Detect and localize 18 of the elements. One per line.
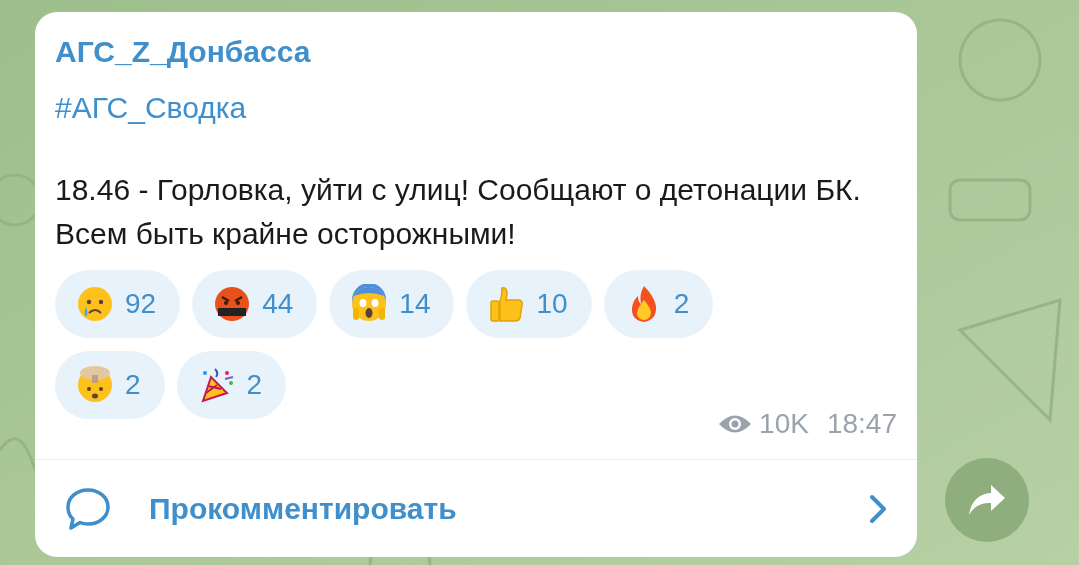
reaction-button[interactable]: 44: [192, 270, 318, 338]
message-time: 18:47: [826, 407, 897, 441]
comment-button[interactable]: Прокомментировать: [35, 460, 917, 557]
reaction-button[interactable]: 10: [466, 270, 592, 338]
channel-name[interactable]: АГС_Z_Донбасса: [55, 34, 311, 70]
message-text: 18.46 - Горловка, уйти с улиц! Сообщают о детонации БК. Всем быть крайне осторожными!: [55, 172, 862, 252]
reaction-button[interactable]: 92: [55, 270, 181, 338]
comment-icon: [65, 485, 111, 532]
exploding-head-icon: [75, 365, 115, 405]
reaction-button[interactable]: 2: [176, 351, 287, 419]
chevron-icon: [869, 493, 887, 524]
crying-face-icon: [75, 284, 115, 324]
view-count: 10K: [759, 407, 809, 441]
hashtag-link[interactable]: #АГС_Сводка: [55, 90, 247, 126]
reaction-button[interactable]: 2: [55, 351, 165, 419]
reaction-button[interactable]: 14: [329, 270, 455, 338]
reaction-button[interactable]: 2: [603, 270, 714, 338]
share-icon: [967, 483, 1007, 517]
